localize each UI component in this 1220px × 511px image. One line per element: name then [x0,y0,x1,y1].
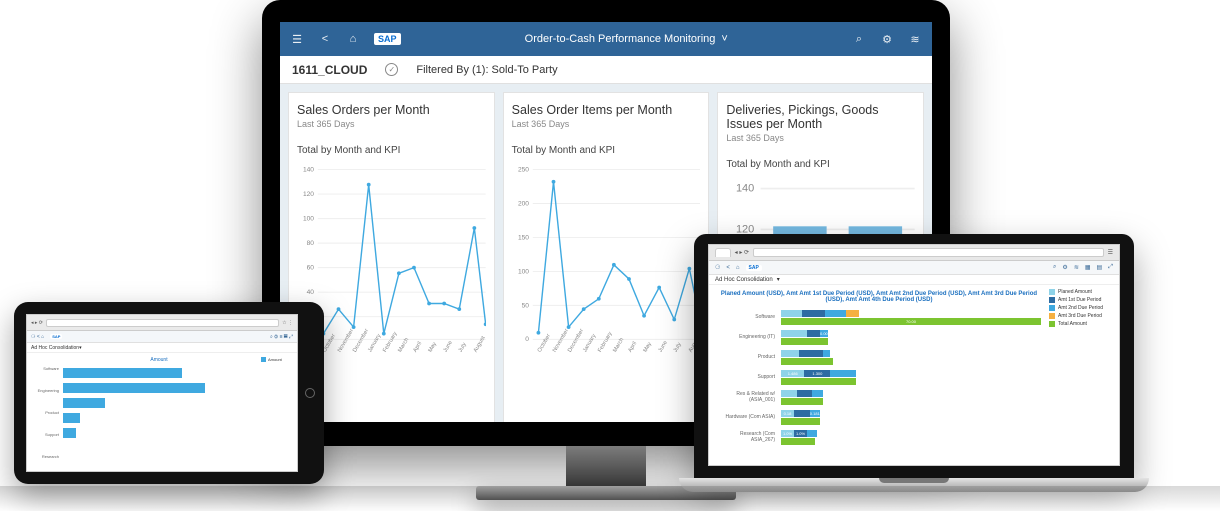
home-icon[interactable]: ⌂ [346,33,360,45]
search-icon[interactable]: ⌕ [852,33,866,46]
breadcrumb: Ad Hoc Consolidation ▾ [27,343,297,353]
svg-text:February: February [597,331,614,354]
breadcrumb: Ad Hoc Consolidation▾ [709,275,1119,285]
svg-text:0: 0 [525,336,529,343]
svg-text:June: June [657,340,668,354]
svg-text:January: January [582,333,597,354]
home-button-icon[interactable] [305,388,315,398]
svg-text:October: October [322,333,337,353]
app-toolbar: ⚆ < ⌂ SAP ⌕ ⚙ ≋ ▦ ⤢ [27,331,297,343]
tenant-label: 1611_CLOUD [292,63,367,77]
tablet-screen: ◂ ▸ ⟳☆ ⋮ ⚆ < ⌂ SAP ⌕ ⚙ ≋ ▦ ⤢ Ad Hoc Cons… [26,314,298,472]
row-label: Engineering (IT) [717,334,777,340]
person-icon[interactable]: ☰ [290,33,304,46]
svg-text:120: 120 [303,191,314,198]
card-title: Sales Orders per Month [297,103,486,117]
svg-text:April: April [412,341,423,354]
chart-title: Amount [63,357,255,363]
gear-icon[interactable]: ⚙ [1062,264,1067,271]
app-header: ☰ < ⌂ SAP Order-to-Cash Performance Moni… [280,22,932,56]
person-icon[interactable]: ⚆ [715,264,720,271]
line-chart-1: 140120100 806040 200 [297,162,486,360]
search-icon[interactable]: ⌕ [1053,264,1056,271]
line-chart-2: 250 200 150 100 50 0 October [512,162,701,360]
svg-text:July: July [672,342,682,354]
row-label: Software [717,314,777,320]
svg-text:140: 140 [303,166,314,173]
svg-text:May: May [642,341,653,353]
address-bar[interactable] [753,248,1104,257]
laptop-screen: ◂ ▸ ⟳ ☰ ⚆ <⌂ SAP ⌕ ⚙ ≋▦▤⤢ Ad Hoc Consoli… [708,244,1120,466]
filter-summary[interactable]: Filtered By (1): Sold-To Party [416,64,557,76]
svg-text:80: 80 [307,240,315,247]
card-section: Total by Month and KPI [726,159,915,170]
row-label: Support [717,374,777,380]
svg-text:150: 150 [518,234,529,241]
row-label: Product [717,354,777,360]
card-section: Total by Month and KPI [512,145,701,156]
browser-chrome: ◂ ▸ ⟳☆ ⋮ [27,315,297,331]
back-icon[interactable]: < [318,33,332,45]
svg-text:100: 100 [303,215,314,222]
row-label: Research (Com ASIA_267) [717,431,777,443]
svg-text:May: May [427,341,438,353]
svg-text:250: 250 [518,166,529,173]
address-bar[interactable] [46,319,279,327]
legend: Planed Amount Amt 1st Due Period Amt 2nd… [1049,285,1119,463]
app-toolbar: ⚆ <⌂ SAP ⌕ ⚙ ≋▦▤⤢ [709,261,1119,275]
y-axis-labels: Software Engineering Product Support Res… [27,353,61,471]
horizontal-bar-chart: Amount [61,353,259,471]
chevron-down-icon[interactable]: ˅ [721,33,727,45]
horizontal-stacked-chart: Planed Amount (USD), Amt Amt 1st Due Per… [709,285,1049,463]
page-title[interactable]: Order-to-Cash Performance Monitoring [525,33,716,45]
svg-text:July: July [458,342,468,354]
filter-bar: 1611_CLOUD ✓ Filtered By (1): Sold-To Pa… [280,56,932,84]
sap-logo: SAP [374,33,401,45]
card-subtitle: Last 365 Days [726,133,915,143]
card-subtitle: Last 365 Days [297,119,486,129]
row-label: Res & Related w/ (ASIA_001) [717,391,777,403]
browser-chrome: ◂ ▸ ⟳ ☰ [709,245,1119,261]
svg-text:40: 40 [307,289,315,296]
check-icon[interactable]: ✓ [385,63,398,76]
card-title: Sales Order Items per Month [512,103,701,117]
sap-logo: SAP [746,265,762,271]
svg-text:June: June [443,340,454,354]
svg-text:100: 100 [518,268,529,275]
svg-text:60: 60 [307,265,315,272]
card-title: Deliveries, Pickings, Goods Issues per M… [726,103,915,131]
svg-text:140: 140 [736,183,754,195]
card-sales-order-items[interactable]: Sales Order Items per Month Last 365 Day… [503,92,710,422]
settings-icon[interactable]: ⚙ [880,33,894,46]
row-label: Hardware (Com ASIA) [717,414,777,420]
laptop: ◂ ▸ ⟳ ☰ ⚆ <⌂ SAP ⌕ ⚙ ≋▦▤⤢ Ad Hoc Consoli… [694,234,1134,492]
tablet: ◂ ▸ ⟳☆ ⋮ ⚆ < ⌂ SAP ⌕ ⚙ ≋ ▦ ⤢ Ad Hoc Cons… [14,302,324,484]
svg-text:200: 200 [518,200,529,207]
svg-text:October: October [537,333,552,353]
svg-text:August: August [473,335,486,354]
card-section: Total by Month and KPI [297,145,486,156]
notifications-icon[interactable]: ≋ [908,33,922,46]
sap-logo: SAP [50,334,62,339]
svg-text:January: January [367,333,382,354]
svg-text:April: April [627,341,638,354]
svg-text:50: 50 [521,302,529,309]
legend: Amount [259,353,297,471]
chart-title: Planed Amount (USD), Amt Amt 1st Due Per… [717,291,1041,303]
card-subtitle: Last 365 Days [512,119,701,129]
browser-tab[interactable] [715,248,731,257]
